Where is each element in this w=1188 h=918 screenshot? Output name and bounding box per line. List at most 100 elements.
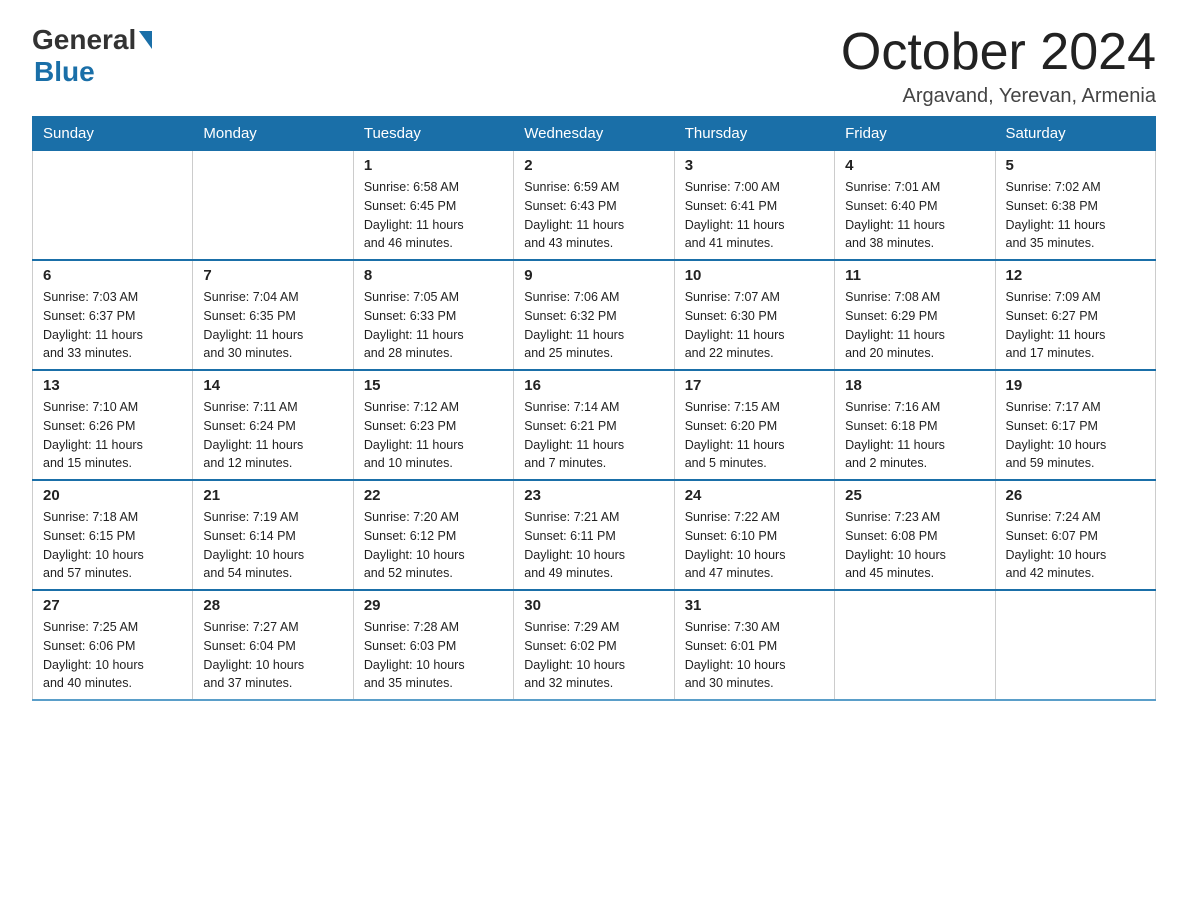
day-info: Sunrise: 6:58 AMSunset: 6:45 PMDaylight:… xyxy=(364,178,503,253)
day-info: Sunrise: 7:20 AMSunset: 6:12 PMDaylight:… xyxy=(364,508,503,583)
calendar-cell: 27 Sunrise: 7:25 AMSunset: 6:06 PMDayligh… xyxy=(33,590,193,700)
calendar-cell: 7 Sunrise: 7:04 AMSunset: 6:35 PMDaylight… xyxy=(193,260,353,370)
week-row-5: 27 Sunrise: 7:25 AMSunset: 6:06 PMDayligh… xyxy=(33,590,1156,700)
calendar-cell: 4Sunrise: 7:01 AMSunset: 6:40 PMDaylight… xyxy=(835,151,995,261)
day-number: 16 xyxy=(524,377,663,394)
day-info: Sunrise: 7:08 AMSunset: 6:29 PMDaylight:… xyxy=(845,288,984,363)
day-number: 12 xyxy=(1006,267,1145,284)
calendar-cell: 24 Sunrise: 7:22 AMSunset: 6:10 PMDayligh… xyxy=(674,480,834,590)
day-number: 15 xyxy=(364,377,503,394)
calendar-cell: 15 Sunrise: 7:12 AMSunset: 6:23 PMDayligh… xyxy=(353,370,513,480)
day-number: 19 xyxy=(1006,377,1145,394)
day-info: Sunrise: 7:11 AMSunset: 6:24 PMDaylight:… xyxy=(203,398,342,473)
day-info: Sunrise: 7:05 AMSunset: 6:33 PMDaylight:… xyxy=(364,288,503,363)
day-number: 22 xyxy=(364,487,503,504)
calendar-cell: 29 Sunrise: 7:28 AMSunset: 6:03 PMDayligh… xyxy=(353,590,513,700)
logo: General Blue xyxy=(32,24,155,88)
calendar-cell: 21 Sunrise: 7:19 AMSunset: 6:14 PMDayligh… xyxy=(193,480,353,590)
day-number: 20 xyxy=(43,487,182,504)
calendar-cell: 16 Sunrise: 7:14 AMSunset: 6:21 PMDayligh… xyxy=(514,370,674,480)
calendar-cell: 9 Sunrise: 7:06 AMSunset: 6:32 PMDaylight… xyxy=(514,260,674,370)
calendar-cell: 10Sunrise: 7:07 AMSunset: 6:30 PMDayligh… xyxy=(674,260,834,370)
day-info: Sunrise: 7:07 AMSunset: 6:30 PMDaylight:… xyxy=(685,288,824,363)
weekday-header-friday: Friday xyxy=(835,117,995,151)
calendar-cell: 8 Sunrise: 7:05 AMSunset: 6:33 PMDaylight… xyxy=(353,260,513,370)
day-number: 2 xyxy=(524,157,663,174)
day-number: 24 xyxy=(685,487,824,504)
calendar-cell: 3Sunrise: 7:00 AMSunset: 6:41 PMDaylight… xyxy=(674,151,834,261)
day-info: Sunrise: 7:02 AMSunset: 6:38 PMDaylight:… xyxy=(1006,178,1145,253)
weekday-header-saturday: Saturday xyxy=(995,117,1155,151)
calendar-cell: 25 Sunrise: 7:23 AMSunset: 6:08 PMDayligh… xyxy=(835,480,995,590)
day-number: 30 xyxy=(524,597,663,614)
calendar-cell: 19Sunrise: 7:17 AMSunset: 6:17 PMDayligh… xyxy=(995,370,1155,480)
month-title: October 2024 xyxy=(841,24,1156,81)
logo-line1: General xyxy=(32,24,155,56)
day-number: 3 xyxy=(685,157,824,174)
calendar-cell: 13Sunrise: 7:10 AMSunset: 6:26 PMDayligh… xyxy=(33,370,193,480)
week-row-3: 13Sunrise: 7:10 AMSunset: 6:26 PMDayligh… xyxy=(33,370,1156,480)
day-info: Sunrise: 7:28 AMSunset: 6:03 PMDaylight:… xyxy=(364,618,503,693)
calendar-cell: 11 Sunrise: 7:08 AMSunset: 6:29 PMDayligh… xyxy=(835,260,995,370)
day-number: 21 xyxy=(203,487,342,504)
day-info: Sunrise: 7:25 AMSunset: 6:06 PMDaylight:… xyxy=(43,618,182,693)
calendar-cell: 30 Sunrise: 7:29 AMSunset: 6:02 PMDayligh… xyxy=(514,590,674,700)
calendar-cell xyxy=(835,590,995,700)
calendar-cell: 6Sunrise: 7:03 AMSunset: 6:37 PMDaylight… xyxy=(33,260,193,370)
calendar-cell: 23Sunrise: 7:21 AMSunset: 6:11 PMDayligh… xyxy=(514,480,674,590)
calendar-cell: 14 Sunrise: 7:11 AMSunset: 6:24 PMDayligh… xyxy=(193,370,353,480)
day-number: 17 xyxy=(685,377,824,394)
day-number: 11 xyxy=(845,267,984,284)
day-number: 18 xyxy=(845,377,984,394)
calendar-cell xyxy=(33,151,193,261)
day-number: 1 xyxy=(364,157,503,174)
day-info: Sunrise: 7:10 AMSunset: 6:26 PMDaylight:… xyxy=(43,398,182,473)
logo-triangle-icon xyxy=(139,31,152,49)
calendar-cell: 17Sunrise: 7:15 AMSunset: 6:20 PMDayligh… xyxy=(674,370,834,480)
day-info: Sunrise: 7:22 AMSunset: 6:10 PMDaylight:… xyxy=(685,508,824,583)
calendar-cell: 31Sunrise: 7:30 AMSunset: 6:01 PMDayligh… xyxy=(674,590,834,700)
day-info: Sunrise: 7:18 AMSunset: 6:15 PMDaylight:… xyxy=(43,508,182,583)
page-header: General Blue October 2024 Argavand, Yere… xyxy=(32,24,1156,108)
location-text: Argavand, Yerevan, Armenia xyxy=(841,85,1156,108)
calendar-table: SundayMondayTuesdayWednesdayThursdayFrid… xyxy=(32,116,1156,701)
day-number: 9 xyxy=(524,267,663,284)
calendar-cell: 28Sunrise: 7:27 AMSunset: 6:04 PMDayligh… xyxy=(193,590,353,700)
day-number: 7 xyxy=(203,267,342,284)
day-info: Sunrise: 7:04 AMSunset: 6:35 PMDaylight:… xyxy=(203,288,342,363)
day-number: 8 xyxy=(364,267,503,284)
weekday-header-monday: Monday xyxy=(193,117,353,151)
weekday-header-row: SundayMondayTuesdayWednesdayThursdayFrid… xyxy=(33,117,1156,151)
calendar-cell: 26Sunrise: 7:24 AMSunset: 6:07 PMDayligh… xyxy=(995,480,1155,590)
week-row-4: 20 Sunrise: 7:18 AMSunset: 6:15 PMDayligh… xyxy=(33,480,1156,590)
day-number: 5 xyxy=(1006,157,1145,174)
calendar-cell: 20 Sunrise: 7:18 AMSunset: 6:15 PMDayligh… xyxy=(33,480,193,590)
day-info: Sunrise: 7:06 AMSunset: 6:32 PMDaylight:… xyxy=(524,288,663,363)
day-number: 27 xyxy=(43,597,182,614)
weekday-header-sunday: Sunday xyxy=(33,117,193,151)
day-info: Sunrise: 7:16 AMSunset: 6:18 PMDaylight:… xyxy=(845,398,984,473)
day-info: Sunrise: 7:19 AMSunset: 6:14 PMDaylight:… xyxy=(203,508,342,583)
calendar-cell: 2Sunrise: 6:59 AMSunset: 6:43 PMDaylight… xyxy=(514,151,674,261)
day-info: Sunrise: 7:27 AMSunset: 6:04 PMDaylight:… xyxy=(203,618,342,693)
day-info: Sunrise: 7:12 AMSunset: 6:23 PMDaylight:… xyxy=(364,398,503,473)
day-info: Sunrise: 7:14 AMSunset: 6:21 PMDaylight:… xyxy=(524,398,663,473)
day-number: 25 xyxy=(845,487,984,504)
day-number: 6 xyxy=(43,267,182,284)
day-info: Sunrise: 7:29 AMSunset: 6:02 PMDaylight:… xyxy=(524,618,663,693)
day-info: Sunrise: 7:23 AMSunset: 6:08 PMDaylight:… xyxy=(845,508,984,583)
calendar-cell xyxy=(995,590,1155,700)
day-info: Sunrise: 7:24 AMSunset: 6:07 PMDaylight:… xyxy=(1006,508,1145,583)
day-info: Sunrise: 7:09 AMSunset: 6:27 PMDaylight:… xyxy=(1006,288,1145,363)
calendar-cell: 22 Sunrise: 7:20 AMSunset: 6:12 PMDayligh… xyxy=(353,480,513,590)
logo-line2: Blue xyxy=(32,56,95,88)
day-number: 31 xyxy=(685,597,824,614)
logo-blue-part: Blue xyxy=(32,56,95,88)
day-number: 14 xyxy=(203,377,342,394)
week-row-1: 1 Sunrise: 6:58 AMSunset: 6:45 PMDaylight… xyxy=(33,151,1156,261)
day-number: 29 xyxy=(364,597,503,614)
calendar-cell xyxy=(193,151,353,261)
day-number: 4 xyxy=(845,157,984,174)
calendar-cell: 18 Sunrise: 7:16 AMSunset: 6:18 PMDayligh… xyxy=(835,370,995,480)
calendar-cell: 5 Sunrise: 7:02 AMSunset: 6:38 PMDaylight… xyxy=(995,151,1155,261)
